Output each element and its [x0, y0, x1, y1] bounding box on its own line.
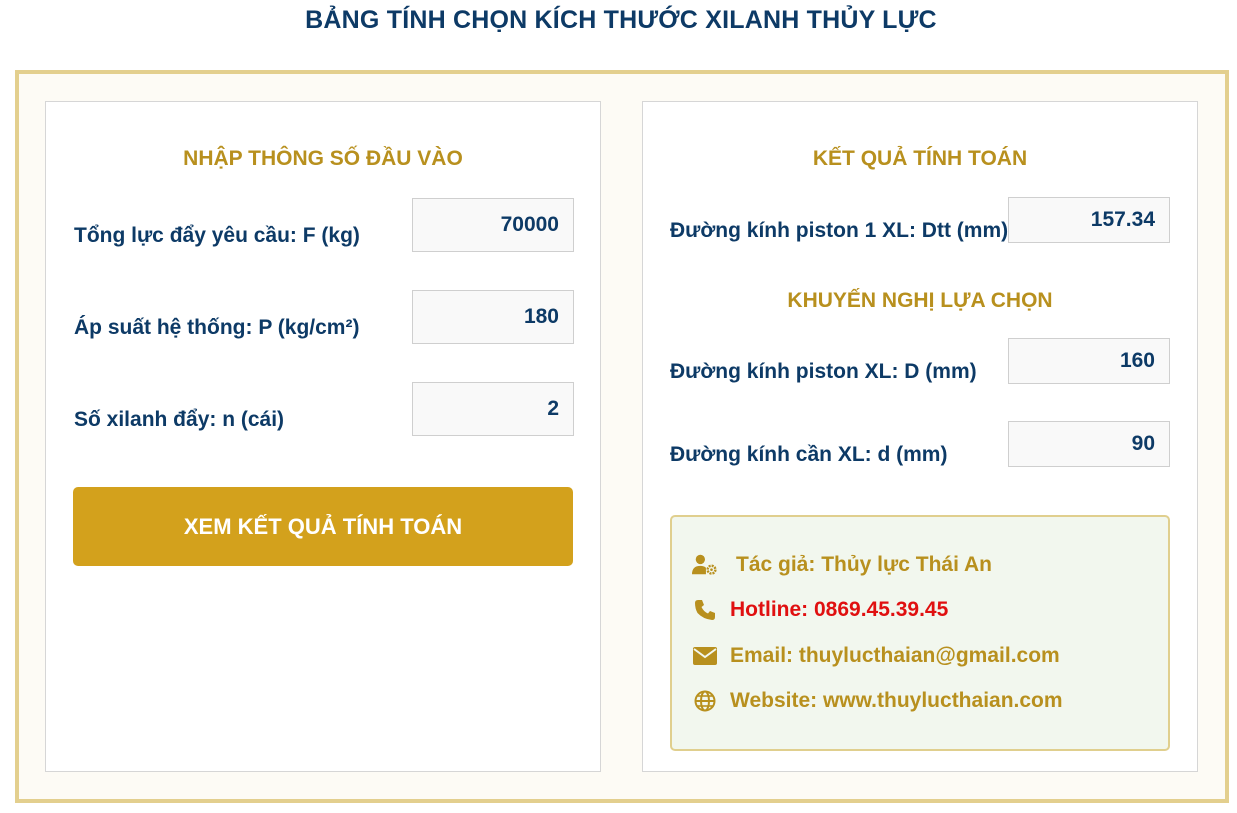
result-panel: KẾT QUẢ TÍNH TOÁN Đường kính piston 1 XL…	[642, 101, 1198, 772]
website-row[interactable]: Website: www.thuylucthaian.com	[692, 688, 1063, 714]
input-panel: NHẬP THÔNG SỐ ĐẦU VÀO Tổng lực đẩy yêu c…	[45, 101, 601, 772]
website-text: Website: www.thuylucthaian.com	[730, 689, 1063, 712]
computed-diameter-label: Đường kính piston 1 XL: Dtt (mm)	[670, 219, 1009, 242]
author-text: Tác giả: Thủy lực Thái An	[736, 553, 992, 576]
hotline-row[interactable]: Hotline: 0869.45.39.45	[692, 597, 948, 623]
piston-diameter-label: Đường kính piston XL: D (mm)	[670, 360, 977, 383]
email-row[interactable]: Email: thuylucthaian@gmail.com	[692, 643, 1060, 669]
author-row: Tác giả: Thủy lực Thái An	[692, 552, 992, 578]
cylinder-count-label: Số xilanh đẩy: n (cái)	[74, 408, 285, 431]
phone-icon	[692, 597, 718, 623]
cylinder-count-input[interactable]: 2	[412, 382, 574, 436]
user-cog-icon	[692, 552, 718, 578]
force-label: Tổng lực đẩy yêu cầu: F (kg)	[74, 224, 360, 247]
input-heading: NHẬP THÔNG SỐ ĐẦU VÀO	[183, 147, 463, 170]
hotline-text: Hotline: 0869.45.39.45	[730, 598, 949, 621]
calculate-button[interactable]: XEM KẾT QUẢ TÍNH TOÁN	[73, 487, 573, 566]
piston-diameter-value: 160	[1008, 338, 1170, 384]
page-title: BẢNG TÍNH CHỌN KÍCH THƯỚC XILANH THỦY LỰ…	[305, 6, 937, 34]
contact-card: Tác giả: Thủy lực Thái An Hotline: 0869.…	[670, 515, 1170, 751]
rod-diameter-label: Đường kính cần XL: d (mm)	[670, 443, 948, 466]
globe-icon	[692, 688, 718, 714]
email-text: Email: thuylucthaian@gmail.com	[730, 644, 1060, 667]
pressure-label: Áp suất hệ thống: P (kg/cm²)	[74, 316, 360, 339]
force-input[interactable]: 70000	[412, 198, 574, 252]
result-heading: KẾT QUẢ TÍNH TOÁN	[812, 147, 1028, 170]
computed-diameter-value: 157.34	[1008, 197, 1170, 243]
pressure-input[interactable]: 180	[412, 290, 574, 344]
envelope-icon	[692, 643, 718, 669]
recommend-heading: KHUYẾN NGHỊ LỰA CHỌN	[787, 289, 1053, 312]
rod-diameter-value: 90	[1008, 421, 1170, 467]
